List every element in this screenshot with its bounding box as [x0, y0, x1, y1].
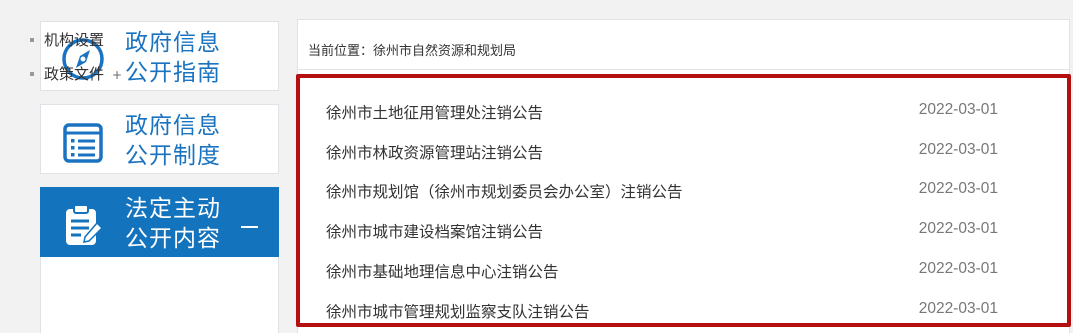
- label-line-1: 法定主动: [125, 196, 221, 222]
- submenu-item-org[interactable]: 机构设置: [29, 29, 105, 50]
- label-line-1: 政府信息: [125, 30, 221, 56]
- sidebar-card-label: 法定主动 公开内容: [125, 194, 221, 254]
- submenu-item-policy[interactable]: 政策文件 +: [29, 63, 122, 84]
- submenu-item-label: 机构设置: [44, 31, 105, 49]
- clipboard-edit-icon: [66, 204, 104, 245]
- label-line-2: 公开制度: [125, 143, 221, 169]
- sidebar-card-system[interactable]: 政府信息 公开制度: [40, 104, 279, 174]
- collapse-icon[interactable]: [241, 226, 258, 228]
- label-line-2: 公开指南: [125, 60, 221, 86]
- submenu-item-label: 政策文件: [44, 65, 105, 83]
- highlight-annotation-box: [296, 74, 1071, 327]
- breadcrumb: 当前位置：徐州市自然资源和规划局: [308, 44, 517, 59]
- label-line-1: 政府信息: [125, 113, 221, 139]
- sidebar-card-label: 政府信息 公开指南: [125, 28, 221, 88]
- sidebar-submenu: [40, 257, 279, 333]
- divider: [298, 69, 1069, 70]
- label-line-2: 公开内容: [125, 226, 221, 252]
- sidebar-card-active-disclosure[interactable]: 法定主动 公开内容: [40, 187, 279, 257]
- expand-icon[interactable]: +: [112, 68, 122, 82]
- document-list-icon: [63, 123, 103, 163]
- sidebar-card-label: 政府信息 公开制度: [125, 111, 221, 171]
